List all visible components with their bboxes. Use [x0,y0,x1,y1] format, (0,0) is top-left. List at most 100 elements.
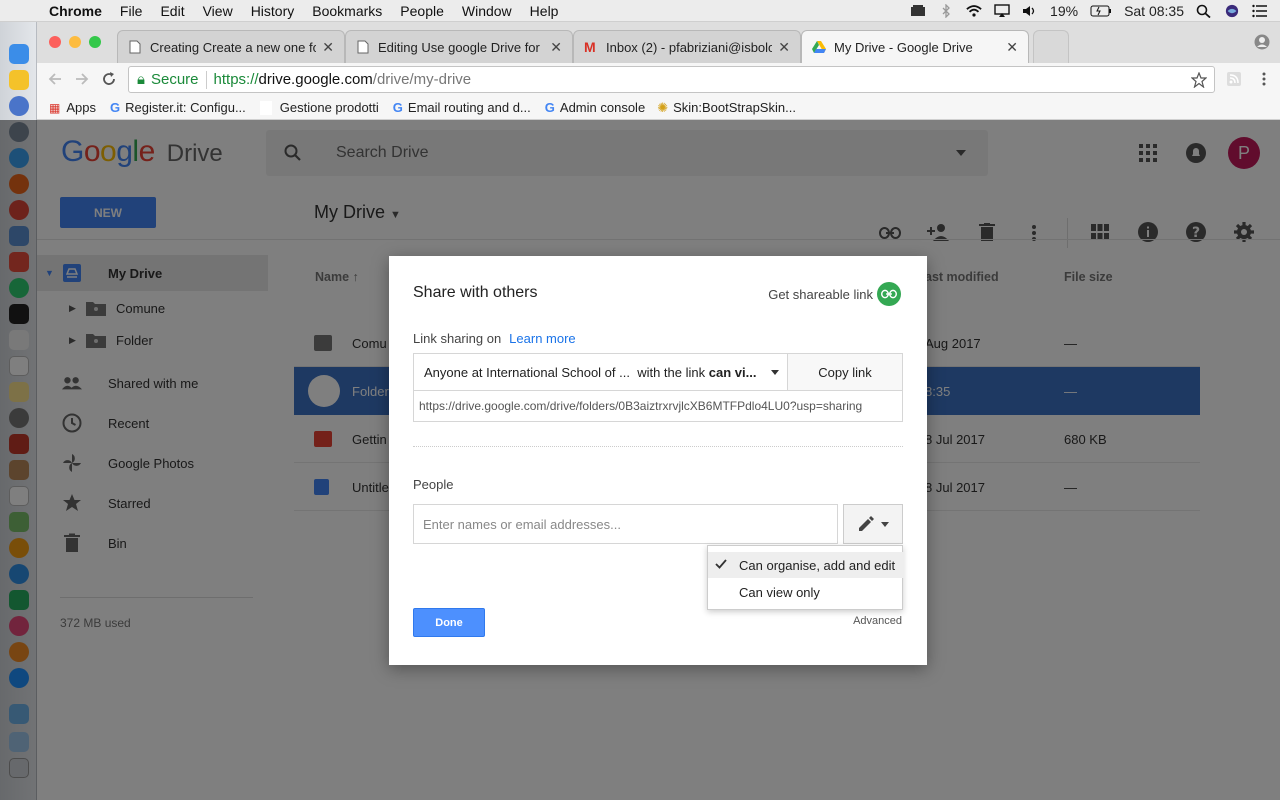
menu-view[interactable]: View [194,3,242,19]
airplay-icon[interactable] [994,4,1010,18]
menu-edit[interactable]: Edit [151,3,193,19]
macos-menu-bar: Chrome File Edit View History Bookmarks … [0,0,1280,22]
tab-title: My Drive - Google Drive [834,39,973,55]
reload-icon[interactable] [101,71,117,87]
lock-icon: 🔒︎ [137,71,145,88]
notification-center-icon[interactable] [1252,4,1268,18]
rss-extension-icon[interactable] [1226,71,1242,87]
tab-creating[interactable]: Creating Create a new one fold ✕ [117,30,345,63]
pencil-edit-icon [859,516,874,531]
tab-my-drive[interactable]: My Drive - Google Drive ✕ [801,30,1029,63]
tab-inbox[interactable]: M Inbox (2) - pfabriziani@isbolog ✕ [573,30,801,63]
close-tab-icon[interactable]: ✕ [778,39,790,56]
people-label: People [413,477,454,492]
dialog-separator [413,446,903,447]
bookmark-label: Email routing and d... [407,100,531,115]
omnibox-separator [205,70,207,89]
dialog-title: Share with others [413,284,538,301]
apps-grid-icon: ▦ [49,100,61,115]
menu-window[interactable]: Window [453,3,521,19]
spotlight-search-icon[interactable] [1196,4,1212,18]
menu-app-name[interactable]: Chrome [40,3,111,19]
learn-more-link[interactable]: Learn more [509,331,575,346]
bookmark-register[interactable]: G Register.it: Configu... [110,100,246,115]
url-path: /drive/my-drive [372,71,472,88]
close-tab-icon[interactable]: ✕ [322,39,334,56]
new-tab-button[interactable] [1033,30,1069,63]
forward-arrow-icon[interactable] [74,71,90,87]
tab-editing[interactable]: Editing Use google Drive for br ✕ [345,30,573,63]
permission-option-edit[interactable]: Can organise, add and edit [708,552,904,578]
get-link-label: Get shareable link [768,286,873,302]
drive-sync-icon[interactable] [910,4,926,18]
browser-toolbar: 🔒︎ Secure https:// drive.google.com /dri… [37,63,1280,96]
bookmark-star-icon[interactable] [1191,72,1207,88]
menu-file[interactable]: File [111,3,152,19]
finder-dock-icon[interactable] [9,44,29,64]
bluetooth-icon[interactable] [938,4,954,18]
done-button[interactable]: Done [413,608,485,637]
menu-people[interactable]: People [391,3,453,19]
bookmark-label: Skin:BootStrapSkin... [673,100,796,115]
page-icon [357,40,369,54]
address-bar[interactable]: 🔒︎ Secure https:// drive.google.com /dri… [128,66,1215,93]
share-scope-permission: can vi... [708,364,757,380]
battery-percent: 19% [1050,3,1079,19]
menu-help[interactable]: Help [521,3,568,19]
duck-app-dock-icon[interactable] [9,70,29,90]
battery-icon[interactable] [1090,4,1112,18]
share-scope-text: Anyone at International School of ... wi… [424,364,706,380]
permission-dropdown-button[interactable] [843,504,903,544]
link-sharing-status: Link sharing on [413,331,502,346]
close-window-button[interactable] [49,36,61,48]
siri-icon[interactable] [1224,4,1240,18]
close-tab-icon[interactable]: ✕ [550,39,562,56]
dropdown-caret-icon [771,370,779,375]
google-drive-icon [812,41,826,53]
back-arrow-icon[interactable] [47,71,63,87]
bookmark-email-routing[interactable]: G Email routing and d... [393,100,531,115]
menu-history[interactable]: History [242,3,304,19]
link-sharing-scope-select[interactable]: Anyone at International School of ... wi… [413,353,788,391]
chrome-menu-icon[interactable] [1256,71,1272,87]
secure-label: Secure [150,71,199,88]
bookmark-label: Admin console [559,100,646,115]
permission-option-label: Can organise, add and edit [739,557,896,573]
tab-title: Inbox (2) - pfabriziani@isbolog [606,39,773,55]
advanced-link[interactable]: Advanced [853,615,902,627]
clock[interactable]: Sat 08:35 [1124,3,1184,19]
zoom-window-button[interactable] [89,36,101,48]
google-g-icon: G [544,100,555,115]
get-shareable-link[interactable]: Get shareable link [768,282,901,306]
bookmark-gestione[interactable]: Gestione prodotti [259,100,379,115]
bookmark-skin[interactable]: ✺ Skin:BootStrapSkin... [657,100,796,116]
tab-title: Editing Use google Drive for br [378,39,545,55]
link-sharing-row: Link sharing on Learn more [413,331,576,346]
close-tab-icon[interactable]: ✕ [1006,39,1018,56]
status-area: 19% Sat 08:35 [910,0,1280,22]
wifi-icon[interactable] [966,4,982,18]
share-url-field[interactable]: https://drive.google.com/drive/folders/0… [413,390,903,422]
siri-dock-icon[interactable] [9,96,29,116]
volume-icon[interactable] [1022,4,1038,18]
menu-bookmarks[interactable]: Bookmarks [303,3,391,19]
google-g-icon: G [392,100,403,115]
skin-icon: ✺ [657,99,669,115]
bookmark-apps[interactable]: ▦ Apps [49,100,96,115]
people-input[interactable] [413,504,838,544]
url-host: drive.google.com [258,71,373,88]
page-icon [129,40,141,54]
copy-link-button[interactable]: Copy link [787,353,903,391]
tab-strip: Creating Create a new one fold ✕ Editing… [37,22,1280,63]
dropdown-caret-icon [881,521,889,527]
google-g-icon: G [109,100,121,115]
bookmark-label: Register.it: Configu... [125,100,246,115]
bookmark-label: Gestione prodotti [279,100,379,115]
permission-menu: Can organise, add and edit Can view only [707,545,904,610]
profile-icon[interactable] [1254,34,1270,50]
permission-option-view[interactable]: Can view only [708,579,904,605]
bookmark-admin-console[interactable]: G Admin console [545,100,645,115]
gmail-icon: M [584,39,596,55]
tab-title: Creating Create a new one fold [150,39,317,55]
minimize-window-button[interactable] [69,36,81,48]
